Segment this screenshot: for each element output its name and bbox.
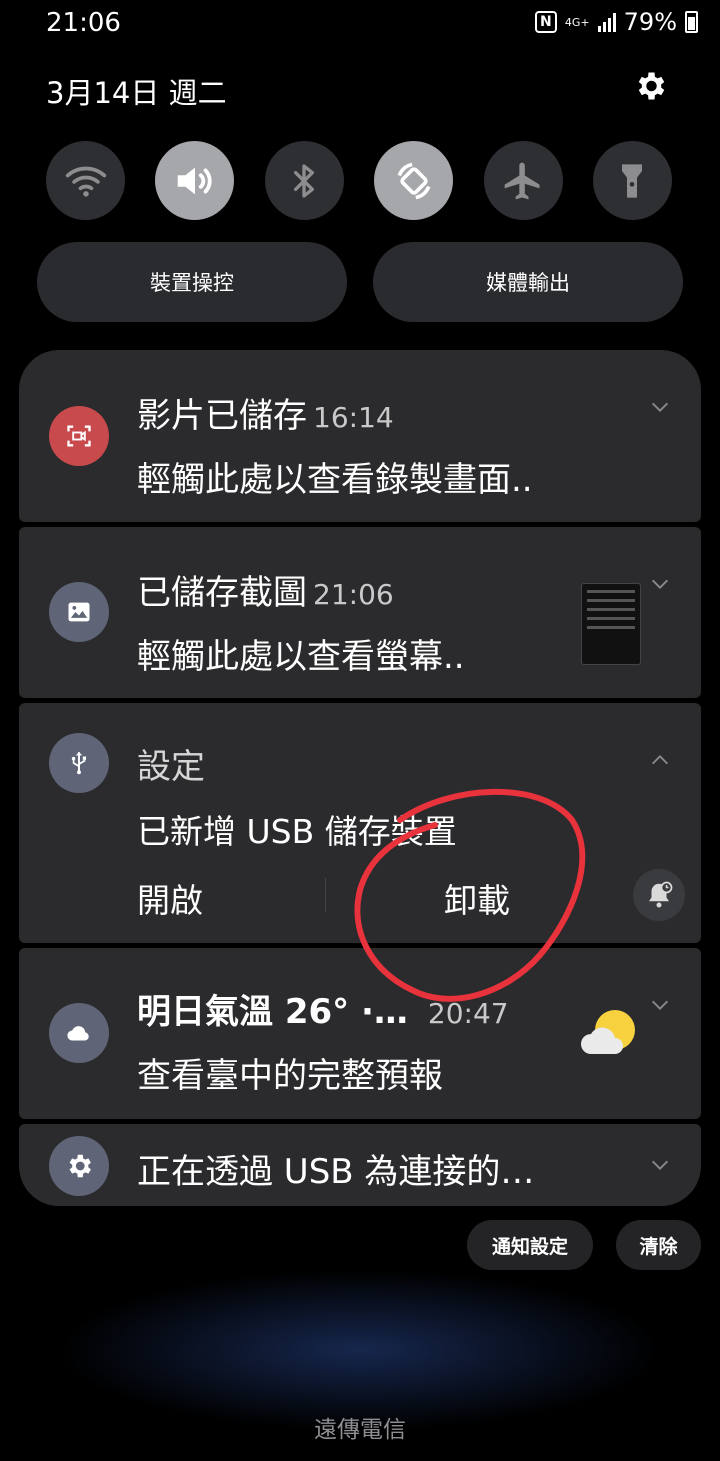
notification-title: 影片已儲存 16:14 [137, 388, 394, 437]
cloud-icon [49, 1003, 109, 1063]
flashlight-icon [622, 163, 643, 198]
battery-icon [685, 11, 698, 33]
sound-toggle[interactable] [155, 141, 235, 220]
signal-icon [597, 12, 616, 32]
wifi-toggle[interactable] [46, 141, 125, 220]
chevron-down-icon[interactable] [649, 1154, 671, 1176]
title-text: 已儲存截圖 [137, 573, 307, 613]
carrier-label: 遠傳電信 [314, 1417, 406, 1443]
open-action-button[interactable]: 開啟 [137, 874, 203, 922]
bluetooth-icon [294, 163, 315, 198]
chevron-down-icon[interactable] [649, 994, 671, 1016]
notification-body: 輕觸此處以查看螢幕.. [137, 637, 465, 677]
usb-icon [49, 733, 109, 793]
status-bar: 21:06 N 4G+ 79% [0, 0, 720, 48]
chevron-up-icon[interactable] [649, 749, 671, 771]
airplane-toggle[interactable] [483, 141, 563, 220]
notification-title: 設定 [137, 747, 205, 787]
media-output-button[interactable]: 媒體輸出 [373, 242, 683, 322]
clear-all-button[interactable]: 清除 [616, 1220, 701, 1270]
sound-icon [177, 167, 212, 194]
chevron-down-icon[interactable] [649, 396, 671, 418]
network-type: 4G+ [564, 15, 590, 29]
device-control-button[interactable]: 裝置操控 [37, 242, 347, 322]
battery-percent: 79% [623, 8, 677, 36]
status-icons: N 4G+ 79% [534, 8, 698, 36]
bluetooth-toggle[interactable] [264, 141, 344, 220]
title-text: 影片已儲存 [137, 396, 307, 436]
notification-body: 輕觸此處以查看錄製畫面.. [137, 460, 533, 500]
auto-rotate-toggle[interactable] [374, 141, 454, 220]
snooze-button[interactable] [633, 869, 685, 921]
notification-time: 21:06 [313, 578, 394, 611]
notification-video-saved[interactable]: 影片已儲存 16:14 輕觸此處以查看錄製畫面.. [19, 350, 701, 522]
bell-snooze-icon [649, 881, 673, 908]
screenshot-thumbnail [581, 583, 641, 665]
usb-settings-gear-icon [49, 1136, 109, 1196]
notification-screenshot-saved[interactable]: 已儲存截圖 21:06 輕觸此處以查看螢幕.. [19, 527, 701, 698]
red-annotation-circle [354, 788, 586, 1002]
date-label: 3月14日 週二 [46, 76, 227, 110]
airplane-icon [504, 162, 540, 199]
quick-settings-row [46, 141, 672, 220]
notification-title: 已儲存截圖 21:06 [137, 565, 394, 614]
notification-settings-button[interactable]: 通知設定 [467, 1220, 593, 1270]
notification-usb-connection[interactable]: 正在透過 USB 為連接的… [19, 1124, 701, 1206]
chevron-down-icon[interactable] [649, 573, 671, 595]
notification-body: 查看臺中的完整預報 [137, 1056, 443, 1096]
wifi-icon [65, 166, 106, 197]
settings-gear-icon[interactable] [632, 68, 668, 104]
screen-recorder-icon [49, 406, 109, 466]
status-time: 21:06 [46, 8, 121, 38]
notification-title: 正在透過 USB 為連接的… [137, 1152, 535, 1192]
image-icon [49, 582, 109, 642]
notification-time: 16:14 [313, 401, 394, 434]
action-divider [325, 878, 326, 912]
auto-rotate-icon [397, 162, 431, 199]
nfc-icon: N [534, 11, 557, 33]
flashlight-toggle[interactable] [592, 141, 672, 220]
